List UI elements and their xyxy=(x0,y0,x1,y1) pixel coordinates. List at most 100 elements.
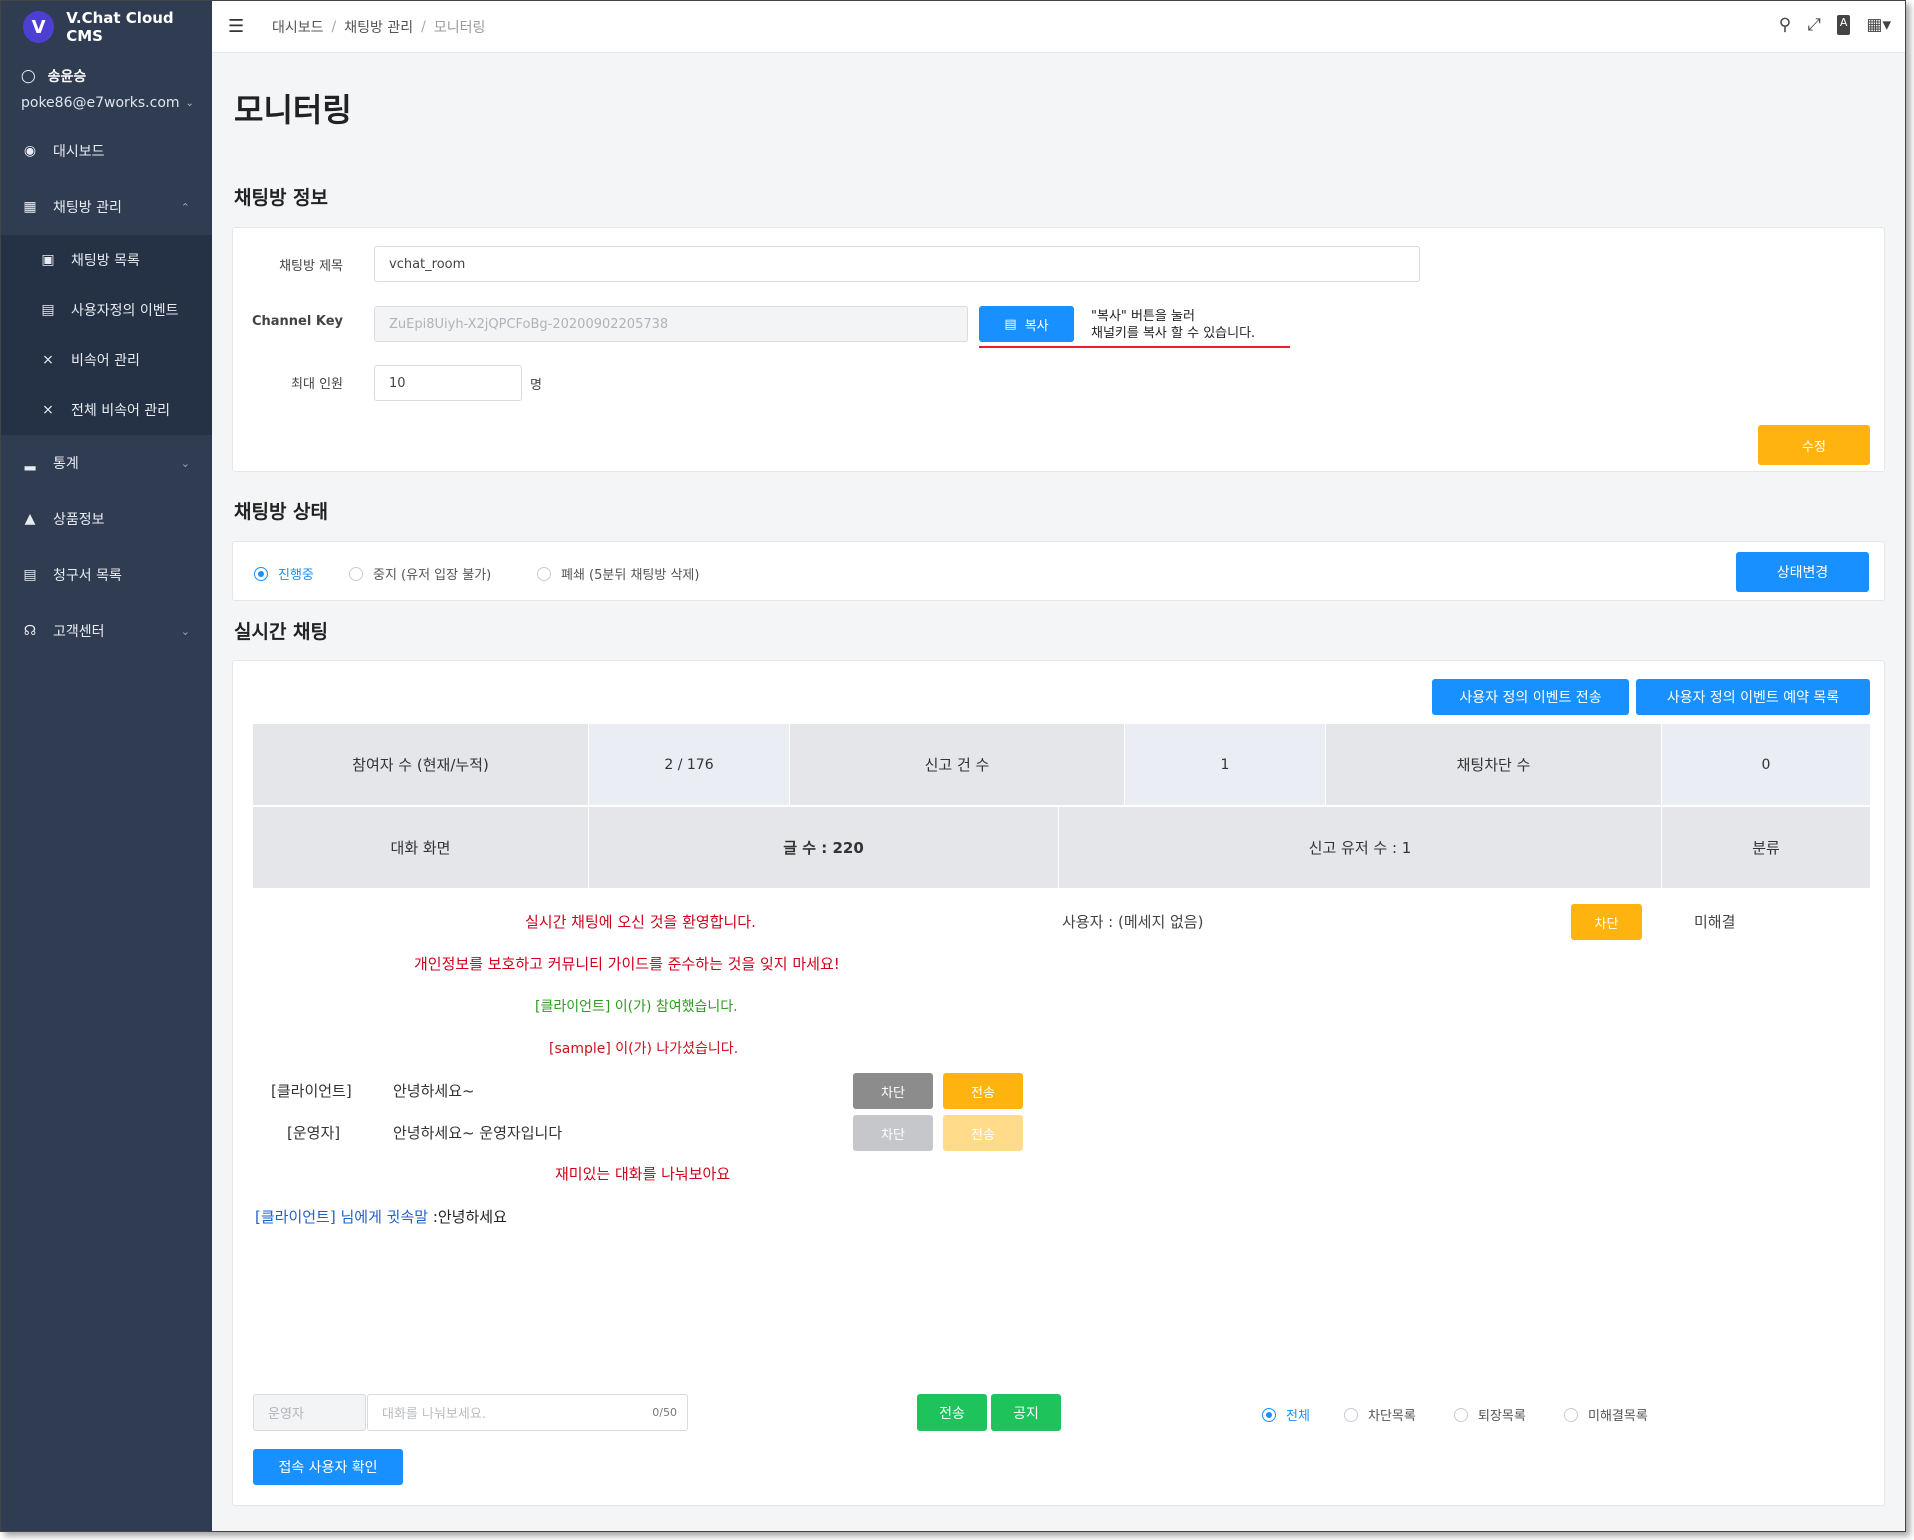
sidebar-item-support[interactable]: ☊ 고객센터 ⌄ xyxy=(1,603,212,659)
top-bar: ☰ 대시보드 / 채팅방 관리 / 모니터링 ⚲ ⤢ A ▦▾ xyxy=(212,1,1905,53)
section-title-live-chat: 실시간 채팅 xyxy=(234,621,329,643)
room-title-label: 채팅방 제목 xyxy=(279,259,343,274)
user-name: 송윤승 xyxy=(47,69,87,85)
composer-send-button[interactable]: 전송 xyxy=(917,1394,987,1431)
channel-key-input: ZuEpi8Uiyh-X2jQPCFoBg-20200902205738 xyxy=(374,306,968,342)
system-message-welcome: 실시간 채팅에 오신 것을 환영합니다. xyxy=(525,913,756,931)
connected-users-button[interactable]: 접속 사용자 확인 xyxy=(253,1449,403,1485)
status-radio-closed[interactable]: 폐쇄 (5분뒤 채팅방 삭제) xyxy=(537,564,699,583)
report-block-button[interactable]: 차단 xyxy=(1571,904,1642,940)
shopping-bag-icon: ▲ xyxy=(24,511,36,527)
app-window: V V.Chat Cloud CMS ◯ 송윤승 poke86@e7works.… xyxy=(0,0,1906,1532)
dashboard-icon: ◉ xyxy=(23,143,37,159)
chevron-down-icon: ⌄ xyxy=(180,624,190,638)
status-option-label: 진행중 xyxy=(278,568,314,583)
room-title-input[interactable]: vchat_room xyxy=(374,246,1420,282)
main-content: 모니터링 채팅방 정보 채팅방 제목 vchat_room Channel Ke… xyxy=(212,53,1905,1531)
whisper-message: [클라이언트] 님에게 귓속말 :안녕하세요 xyxy=(255,1206,507,1227)
menu-toggle-icon[interactable]: ☰ xyxy=(228,16,250,37)
status-radio-active[interactable]: 진행중 xyxy=(254,564,314,583)
chevron-down-icon: ⌄ xyxy=(180,456,190,470)
reports-label: 신고 건 수 xyxy=(790,724,1124,805)
live-chat-card: 사용자 정의 이벤트 전송 사용자 정의 이벤트 예약 목록 참여자 수 (현재… xyxy=(232,660,1885,1506)
max-users-input[interactable]: 10 xyxy=(374,365,522,401)
sidebar-item-dashboard[interactable]: ◉ 대시보드 xyxy=(1,123,212,179)
fullscreen-icon[interactable]: ⤢ xyxy=(1807,15,1821,35)
copy-button[interactable]: ▤ 복사 xyxy=(979,306,1074,342)
sidebar-item-global-profanity[interactable]: ⨯ 전체 비속어 관리 xyxy=(1,385,212,435)
user-email-dropdown[interactable]: poke86@e7works.com ⌄ xyxy=(21,95,194,111)
brand-logo[interactable]: V V.Chat Cloud CMS xyxy=(1,1,212,53)
report-status: 미해결 xyxy=(1694,913,1736,931)
sidebar-item-invoice[interactable]: ▤ 청구서 목록 xyxy=(1,547,212,603)
sidebar-item-custom-event[interactable]: ▤ 사용자정의 이벤트 xyxy=(1,285,212,335)
radio-dot xyxy=(1454,1407,1468,1422)
sidebar-item-label: 비속어 관리 xyxy=(71,353,140,369)
message-placeholder: 대화를 나눠보세요. xyxy=(382,1407,486,1422)
change-status-button[interactable]: 상태변경 xyxy=(1736,552,1869,592)
chevron-down-icon: ⌄ xyxy=(185,97,194,109)
sidebar-item-chatroom-manage[interactable]: ▦ 채팅방 관리 ⌃ xyxy=(1,179,212,235)
sidebar-item-label: 통계 xyxy=(53,456,79,472)
radio-dot xyxy=(537,566,551,581)
sidebar-item-product[interactable]: ▲ 상품정보 xyxy=(1,491,212,547)
header-post-count: 글 수 : 220 xyxy=(589,807,1058,888)
filter-radio-blocked[interactable]: 차단목록 xyxy=(1344,1405,1416,1424)
radio-dot xyxy=(254,566,268,581)
edit-button[interactable]: 수정 xyxy=(1758,425,1870,465)
blocked-value: 0 xyxy=(1662,724,1870,805)
custom-event-reserve-button[interactable]: 사용자 정의 이벤트 예약 목록 xyxy=(1636,679,1870,715)
sidebar-item-stats[interactable]: ▂ 통계 ⌄ xyxy=(1,435,212,491)
user-email: poke86@e7works.com xyxy=(21,95,180,111)
apps-grid-icon[interactable]: ▦▾ xyxy=(1866,15,1891,35)
copy-hint-underline xyxy=(979,346,1290,348)
status-radio-paused[interactable]: 중지 (유저 입장 불가) xyxy=(349,564,491,583)
sidebar-menu: ◉ 대시보드 ▦ 채팅방 관리 ⌃ ▣ 채팅방 목록 ▤ 사용자정의 이벤트 ⨯ xyxy=(1,123,212,659)
whisper-target: [클라이언트] 님에게 귓속말 xyxy=(255,1208,429,1226)
filter-label: 전체 xyxy=(1286,1409,1310,1424)
breadcrumb-separator: / xyxy=(421,18,426,35)
filter-radio-unresolved[interactable]: 미해결목록 xyxy=(1564,1405,1648,1424)
filter-label: 미해결목록 xyxy=(1588,1409,1648,1424)
sidebar-item-chatroom-list[interactable]: ▣ 채팅방 목록 xyxy=(1,235,212,285)
sidebar-item-label: 채팅방 목록 xyxy=(71,253,140,269)
section-title-room-status: 채팅방 상태 xyxy=(234,501,329,523)
composer-notice-button[interactable]: 공지 xyxy=(991,1394,1061,1431)
logo-mark-icon: V xyxy=(23,11,55,43)
room-status-card: 진행중 중지 (유저 입장 불가) 폐쇄 (5분뒤 채팅방 삭제) 상태변경 xyxy=(232,541,1885,601)
radio-dot xyxy=(1344,1407,1358,1422)
copy-button-label: 복사 xyxy=(1024,318,1049,334)
custom-event-send-button[interactable]: 사용자 정의 이벤트 전송 xyxy=(1432,679,1629,715)
breadcrumb-chatroom-manage[interactable]: 채팅방 관리 xyxy=(344,17,413,37)
participants-label: 참여자 수 (현재/누적) xyxy=(253,724,588,805)
user-panel: ◯ 송윤승 poke86@e7works.com ⌄ xyxy=(1,53,212,119)
chat-block-button-disabled: 차단 xyxy=(853,1115,933,1151)
filter-label: 차단목록 xyxy=(1368,1409,1416,1424)
filter-label: 퇴장목록 xyxy=(1478,1409,1526,1424)
breadcrumb-dashboard[interactable]: 대시보드 xyxy=(272,17,324,37)
header-chat-screen: 대화 화면 xyxy=(253,807,588,888)
status-option-label: 중지 (유저 입장 불가) xyxy=(373,568,492,583)
message-input[interactable]: 대화를 나눠보세요. 0/50 xyxy=(367,1394,688,1431)
system-message-leave: [sample] 이(가) 나가셨습니다. xyxy=(549,1041,739,1057)
page-title: 모니터링 xyxy=(234,91,352,129)
system-message-fun: 재미있는 대화를 나눠보아요 xyxy=(555,1165,731,1183)
chat-block-button[interactable]: 차단 xyxy=(853,1073,933,1109)
brand-name: V.Chat Cloud CMS xyxy=(66,9,174,45)
chat-send-button[interactable]: 전송 xyxy=(943,1073,1023,1109)
copy-hint: "복사" 버튼을 눌러 채널키를 복사 할 수 있습니다. xyxy=(1091,308,1255,342)
sidebar-item-label: 고객센터 xyxy=(53,624,105,640)
chevron-up-icon: ⌃ xyxy=(180,200,190,214)
chat-user-operator: [운영자] xyxy=(287,1124,341,1142)
filter-radio-left[interactable]: 퇴장목록 xyxy=(1454,1405,1526,1424)
chat-send-button-disabled: 전송 xyxy=(943,1115,1023,1151)
sidebar-item-label: 상품정보 xyxy=(53,512,105,528)
translate-icon[interactable]: A xyxy=(1836,15,1851,35)
sidebar-item-label: 대시보드 xyxy=(53,144,105,160)
report-user-text: 사용자 : (메세지 없음) xyxy=(1062,913,1204,931)
copy-hint-line2: 채널키를 복사 할 수 있습니다. xyxy=(1091,326,1256,341)
sidebar-item-profanity[interactable]: ⨯ 비속어 관리 xyxy=(1,335,212,385)
section-title-room-info: 채팅방 정보 xyxy=(234,187,329,209)
filter-radio-all[interactable]: 전체 xyxy=(1262,1405,1310,1424)
search-icon[interactable]: ⚲ xyxy=(1779,15,1791,35)
